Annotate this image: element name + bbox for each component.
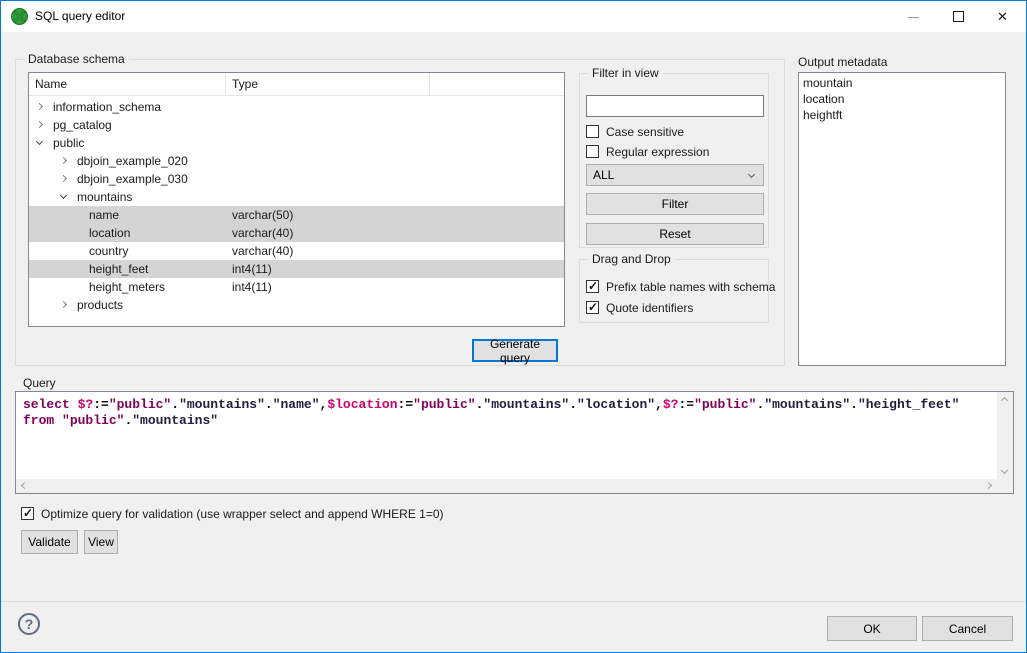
chevron-down-icon	[748, 171, 755, 178]
sql-code-area[interactable]: select $?:="public"."mountains"."name",$…	[16, 392, 997, 479]
tree-row[interactable]: dbjoin_example_030	[29, 170, 564, 188]
regular-expression-checkbox[interactable]	[586, 145, 599, 158]
help-icon: ?	[25, 616, 34, 632]
tree-row[interactable]: location varchar(40)	[29, 224, 564, 242]
filter-scope-value: ALL	[593, 168, 614, 182]
tree-row[interactable]: dbjoin_example_020	[29, 152, 564, 170]
tree-item-name: name	[89, 208, 119, 222]
tree-row[interactable]: products	[29, 296, 564, 314]
tree-row[interactable]: height_meters int4(11)	[29, 278, 564, 296]
close-icon: ✕	[997, 9, 1008, 25]
title-bar[interactable]: SQL query editor ✕	[1, 1, 1026, 32]
database-schema-label: Database schema	[24, 52, 129, 66]
drag-and-drop-label: Drag and Drop	[588, 252, 675, 266]
column-header-extra[interactable]	[430, 73, 564, 96]
chevron-collapsed-icon[interactable]	[36, 103, 43, 110]
tree-item-type: int4(11)	[232, 262, 272, 276]
tree-item-name: products	[77, 298, 123, 312]
ok-button[interactable]: OK	[827, 616, 917, 641]
chevron-collapsed-icon[interactable]	[60, 157, 67, 164]
prefix-table-names-label: Prefix table names with schema	[606, 280, 775, 294]
tree-item-name: pg_catalog	[53, 118, 112, 132]
metadata-list-item[interactable]: location	[799, 91, 1005, 107]
drag-and-drop-group: Drag and Drop Prefix table names with sc…	[579, 259, 769, 323]
tree-row[interactable]: public	[29, 134, 564, 152]
clover-app-icon	[11, 8, 28, 25]
filter-button[interactable]: Filter	[586, 193, 764, 215]
column-header-type[interactable]: Type	[226, 73, 430, 96]
schema-tree-body: information_schema pg_catalogpublic dbjoin…	[29, 98, 564, 326]
tree-item-name: height_feet	[89, 262, 148, 276]
tree-item-type: int4(11)	[232, 280, 272, 294]
output-metadata-list[interactable]: mountainlocationheightft	[798, 72, 1006, 366]
generate-query-button[interactable]: Generate query	[472, 339, 558, 362]
tree-row[interactable]: name varchar(50)	[29, 206, 564, 224]
filter-input[interactable]	[586, 95, 764, 117]
tree-row[interactable]: mountains	[29, 188, 564, 206]
scroll-up-icon[interactable]	[1001, 397, 1008, 404]
chevron-collapsed-icon[interactable]	[60, 175, 67, 182]
chevron-collapsed-icon[interactable]	[60, 301, 67, 308]
tree-item-name: information_schema	[53, 100, 161, 114]
query-editor[interactable]: select $?:="public"."mountains"."name",$…	[15, 391, 1014, 494]
optimize-query-checkbox[interactable]	[21, 507, 34, 520]
tree-item-name: location	[89, 226, 130, 240]
maximize-icon	[953, 11, 964, 22]
scroll-left-icon[interactable]	[21, 482, 28, 489]
tree-item-type: varchar(50)	[232, 208, 293, 222]
tree-row[interactable]: pg_catalog	[29, 116, 564, 134]
chevron-expanded-icon[interactable]	[36, 138, 43, 145]
tree-row[interactable]: information_schema	[29, 98, 564, 116]
tree-row[interactable]: country varchar(40)	[29, 242, 564, 260]
tree-item-name: dbjoin_example_030	[77, 172, 188, 186]
maximize-button[interactable]	[936, 1, 981, 32]
tree-item-name: public	[53, 136, 84, 150]
reset-button[interactable]: Reset	[586, 223, 764, 245]
tree-row[interactable]: height_feet int4(11)	[29, 260, 564, 278]
metadata-list-item[interactable]: heightft	[799, 107, 1005, 123]
chevron-collapsed-icon[interactable]	[36, 121, 43, 128]
metadata-list-item[interactable]: mountain	[799, 75, 1005, 91]
filter-scope-dropdown[interactable]: ALL	[586, 164, 764, 186]
horizontal-scrollbar[interactable]	[16, 479, 997, 493]
tree-item-name: country	[89, 244, 128, 258]
window-title: SQL query editor	[35, 9, 125, 23]
close-button[interactable]: ✕	[981, 1, 1026, 32]
scroll-right-icon[interactable]	[985, 482, 992, 489]
chevron-expanded-icon[interactable]	[60, 192, 67, 199]
tree-item-type: varchar(40)	[232, 244, 293, 258]
schema-tree[interactable]: Name Type information_schema pg_catalogpu…	[28, 72, 565, 327]
sql-code-line: from "public"."mountains"	[23, 413, 997, 429]
regular-expression-label: Regular expression	[606, 145, 709, 159]
bottom-separator	[1, 601, 1026, 602]
minimize-icon	[908, 17, 919, 18]
filter-in-view-label: Filter in view	[588, 66, 663, 80]
vertical-scrollbar[interactable]	[997, 392, 1013, 479]
quote-identifiers-label: Quote identifiers	[606, 301, 693, 315]
tree-item-name: height_meters	[89, 280, 165, 294]
sql-query-editor-dialog: SQL query editor ✕ Database schema Name …	[0, 0, 1027, 653]
cancel-button[interactable]: Cancel	[922, 616, 1013, 641]
scrollbar-corner	[997, 479, 1013, 493]
tree-item-name: mountains	[77, 190, 132, 204]
sql-code-line: select $?:="public"."mountains"."name",$…	[23, 397, 997, 413]
case-sensitive-label: Case sensitive	[606, 125, 684, 139]
output-metadata-label: Output metadata	[798, 55, 887, 69]
minimize-button[interactable]	[891, 1, 936, 32]
tree-item-type: varchar(40)	[232, 226, 293, 240]
prefix-table-names-checkbox[interactable]	[586, 280, 599, 293]
column-header-name[interactable]: Name	[29, 73, 226, 96]
quote-identifiers-checkbox[interactable]	[586, 301, 599, 314]
query-label: Query	[23, 376, 56, 390]
help-button[interactable]: ?	[18, 613, 40, 635]
optimize-query-label: Optimize query for validation (use wrapp…	[41, 507, 444, 521]
filter-in-view-group: Filter in view Case sensitive Regular ex…	[579, 73, 769, 248]
validate-button[interactable]: Validate	[21, 530, 78, 554]
tree-item-name: dbjoin_example_020	[77, 154, 188, 168]
case-sensitive-checkbox[interactable]	[586, 125, 599, 138]
scroll-down-icon[interactable]	[1001, 467, 1008, 474]
view-button[interactable]: View	[84, 530, 118, 554]
schema-tree-header: Name Type	[29, 73, 564, 96]
